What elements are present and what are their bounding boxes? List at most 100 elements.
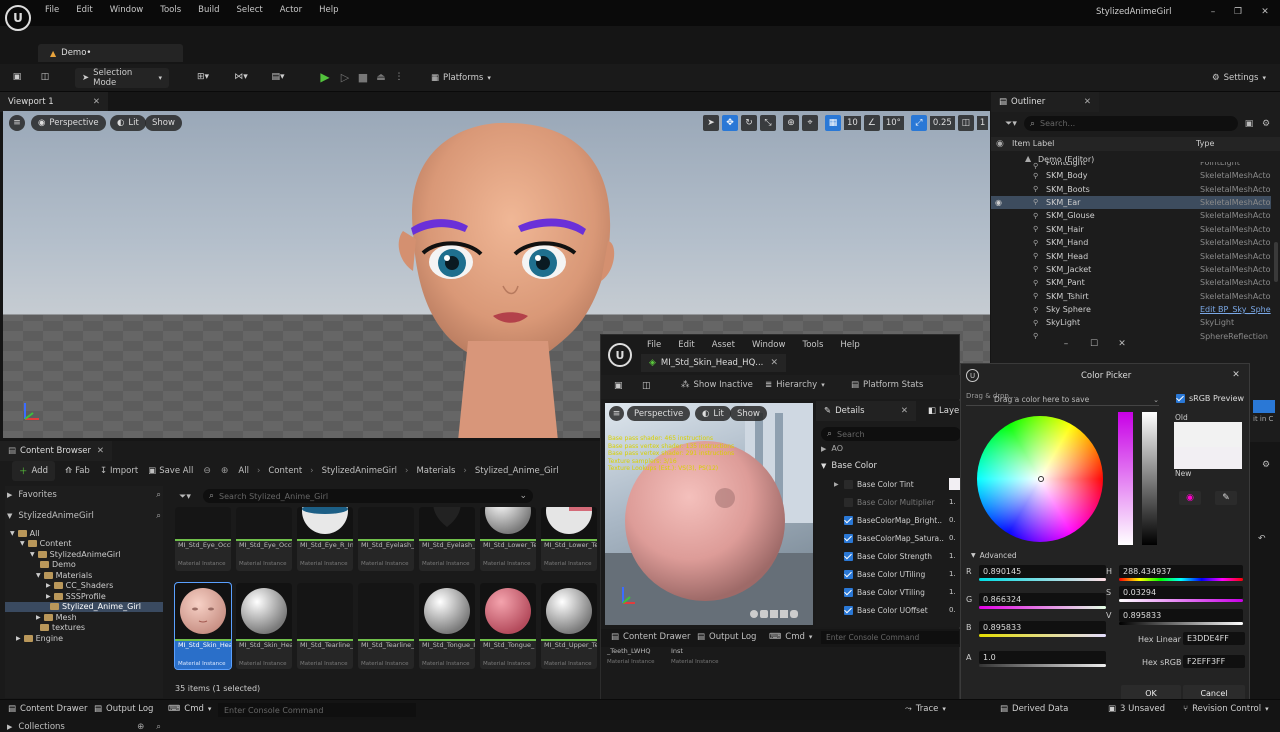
preview-show-button[interactable]: Show bbox=[730, 406, 767, 421]
add-folder-icon[interactable]: ▣ bbox=[1243, 117, 1255, 131]
fab-button[interactable]: ⟰ Fab bbox=[65, 466, 90, 476]
chevron-down-icon[interactable]: ⌄ bbox=[519, 491, 527, 501]
minimize-icon[interactable]: – bbox=[1205, 4, 1221, 20]
mat-menu-help[interactable]: Help bbox=[840, 340, 859, 350]
v-value-field[interactable]: 0.895833 bbox=[1119, 609, 1243, 622]
breadcrumb-project[interactable]: StylizedAnimeGirl bbox=[322, 466, 397, 476]
b-value-field[interactable]: 0.895833 bbox=[979, 621, 1106, 634]
asset-tile[interactable]: MI_Std_Tearline_R_ Material Instance bbox=[358, 583, 414, 669]
revision-control-button[interactable]: ⑂ Revision Control ▾ bbox=[1183, 704, 1269, 714]
filter-icon[interactable]: ⏷▾ bbox=[1001, 117, 1021, 131]
search-icon[interactable]: ⌕ bbox=[156, 722, 161, 732]
asset-tile[interactable]: MI_Std_Eye_R_Inst Material Instance bbox=[297, 507, 353, 571]
s-value-field[interactable]: 0.03294 bbox=[1119, 586, 1243, 599]
search-icon[interactable]: ⌕ bbox=[156, 490, 161, 500]
menu-help[interactable]: Help bbox=[319, 5, 338, 15]
history-back-icon[interactable]: ⊖ bbox=[203, 466, 211, 476]
tree-cc-shaders[interactable]: ▶ CC_Shaders bbox=[5, 581, 163, 592]
g-gradient[interactable] bbox=[979, 606, 1106, 609]
preview-perspective-button[interactable]: Perspective bbox=[627, 406, 691, 421]
asset-tile[interactable]: MI_Std_Upper_Teeth_Inst Material Instance bbox=[541, 583, 597, 669]
menu-file[interactable]: File bbox=[45, 5, 59, 15]
close-icon[interactable]: ✕ bbox=[1229, 368, 1243, 382]
outliner-item-type[interactable]: Edit BP_Sky_Sphe bbox=[1200, 305, 1271, 314]
camera-speed-icon[interactable]: ◫ bbox=[957, 115, 974, 131]
outliner-scrollbar[interactable] bbox=[1274, 242, 1278, 282]
more-options-icon[interactable]: ⋮ bbox=[394, 69, 404, 85]
outliner-row[interactable]: ⚲ PointLight PointLight bbox=[991, 162, 1271, 169]
cylinder-icon[interactable] bbox=[760, 610, 768, 618]
asset-tile[interactable]: MI_Std_Skin_Head_Inst Material Instance bbox=[236, 583, 292, 669]
close-icon[interactable]: ✕ bbox=[1257, 4, 1273, 20]
parameter-value[interactable]: 0. bbox=[949, 516, 956, 524]
asset-tile[interactable]: MI_Std_Eyelash_Inst Material Instance bbox=[358, 507, 414, 571]
parameter-row[interactable]: Base Color Multiplier 1. bbox=[816, 493, 961, 511]
a-gradient[interactable] bbox=[979, 664, 1106, 667]
close-icon[interactable]: ✕ bbox=[1115, 337, 1129, 351]
type-header[interactable]: Type bbox=[1196, 139, 1214, 148]
tree-stylized-anime-girl-materials[interactable]: Stylized_Anime_Girl bbox=[5, 601, 163, 612]
s-gradient[interactable] bbox=[1119, 599, 1243, 602]
close-icon[interactable]: ✕ bbox=[93, 97, 100, 107]
browse-icon[interactable]: ◫ bbox=[38, 70, 52, 84]
material-preview[interactable]: ≡ Perspective ◐ Lit Show Base pass shade… bbox=[605, 403, 813, 625]
outliner-row[interactable]: ⚲ Sky Sphere Edit BP_Sky_Sphe bbox=[991, 303, 1271, 316]
menu-select[interactable]: Select bbox=[237, 5, 263, 15]
color-wheel[interactable] bbox=[976, 415, 1104, 543]
rotation-snap-icon[interactable]: ∠ bbox=[863, 115, 880, 131]
scale-snap-icon[interactable]: ⤢ bbox=[910, 115, 927, 131]
close-icon[interactable]: ✕ bbox=[1084, 97, 1091, 107]
parameter-override-checkbox[interactable] bbox=[844, 605, 853, 615]
parameter-override-checkbox[interactable] bbox=[844, 551, 853, 561]
outliner-search-input[interactable]: ⌕ Search... bbox=[1024, 116, 1238, 131]
outliner-row[interactable]: ⚲ SKM_Glouse SkeletalMeshActo bbox=[991, 209, 1271, 222]
console-input[interactable]: Enter Console Command bbox=[218, 703, 416, 717]
parameter-value[interactable]: 1. bbox=[949, 588, 956, 596]
unreal-logo-icon[interactable]: U bbox=[608, 343, 632, 367]
sphere-icon[interactable] bbox=[750, 610, 758, 618]
filter-icon[interactable]: ⏷▾ bbox=[175, 490, 195, 503]
outliner-row[interactable]: ⚲ SKM_Jacket SkeletalMeshActo bbox=[991, 263, 1271, 276]
cube-icon[interactable] bbox=[780, 610, 788, 618]
content-drawer-button[interactable]: ▤ Content Drawer bbox=[611, 632, 690, 642]
derived-data-button[interactable]: ▤ Derived Data bbox=[1000, 704, 1068, 714]
maximize-icon[interactable]: ☐ bbox=[1087, 337, 1101, 351]
asset-tile[interactable]: MI_Std_Lower_Teeth_Inst Material Instance bbox=[480, 507, 536, 571]
favorites-header[interactable]: ▶ Favorites ⌕ bbox=[7, 490, 161, 500]
save-icon[interactable]: ▣ bbox=[10, 70, 24, 84]
outliner-row[interactable]: ⚲ SkyLight SkyLight bbox=[991, 316, 1271, 329]
visibility-eye-icon[interactable]: ◉ bbox=[995, 198, 1002, 207]
h-value-field[interactable]: 288.434937 bbox=[1119, 565, 1243, 578]
asset-tile[interactable]: MI_Std_Tongue_ Material Instance bbox=[480, 583, 536, 669]
outliner-row[interactable]: ⚲ SKM_Boots SkeletalMeshActo bbox=[991, 182, 1271, 195]
parameter-value[interactable]: 1. bbox=[949, 498, 956, 506]
parameter-override-checkbox[interactable] bbox=[844, 533, 853, 543]
content-browser-tab[interactable]: ▤ Content Browser ✕ bbox=[0, 441, 112, 461]
collections-header[interactable]: ▶ Collections ⊕ ⌕ bbox=[7, 722, 161, 732]
selection-mode-button[interactable]: ➤ Selection Mode ▾ bbox=[75, 68, 169, 88]
outliner-row[interactable]: ⚲ SKM_Hand SkeletalMeshActo bbox=[991, 236, 1271, 249]
material-asset-tab[interactable]: ◈ MI_Std_Skin_Head_HQ... ✕ bbox=[641, 354, 786, 372]
outliner-row[interactable]: ⚲ SKM_Head SkeletalMeshActo bbox=[991, 249, 1271, 262]
console-input[interactable]: Enter Console Command bbox=[821, 631, 959, 644]
tree-content[interactable]: ▼ Content bbox=[5, 539, 163, 550]
close-icon[interactable]: ✕ bbox=[97, 446, 104, 456]
r-value-field[interactable]: 0.890145 bbox=[979, 565, 1106, 578]
outliner-tab[interactable]: ▤ Outliner ✕ bbox=[991, 92, 1099, 112]
tree-engine[interactable]: ▶ Engine bbox=[5, 633, 163, 644]
browse-icon[interactable]: ◫ bbox=[642, 381, 651, 391]
a-value-field[interactable]: 1.0 bbox=[979, 651, 1106, 664]
parameter-value[interactable]: 1. bbox=[949, 570, 956, 578]
settings-icon[interactable]: ⚙ bbox=[1262, 460, 1270, 470]
asset-search-input[interactable]: ⌕ Search Stylized_Anime_Girl ⌄ bbox=[203, 489, 533, 503]
parameter-row[interactable]: Base Color UTiling 1. bbox=[816, 565, 961, 583]
close-icon[interactable]: ✕ bbox=[901, 406, 908, 416]
camera-speed-value[interactable]: 1 bbox=[976, 116, 989, 130]
parameter-override-checkbox[interactable] bbox=[844, 515, 853, 525]
parameter-override-checkbox[interactable] bbox=[844, 587, 853, 597]
parameter-value[interactable]: 0. bbox=[949, 606, 956, 614]
import-button[interactable]: ↧ Import bbox=[100, 466, 138, 476]
trace-button[interactable]: ⤳ Trace ▾ bbox=[905, 704, 946, 714]
asset-tile[interactable]: MI_Std_Tongue_Inst Material Instance bbox=[419, 583, 475, 669]
tree-stylized-anime-girl[interactable]: ▼ StylizedAnimeGirl bbox=[5, 549, 163, 560]
